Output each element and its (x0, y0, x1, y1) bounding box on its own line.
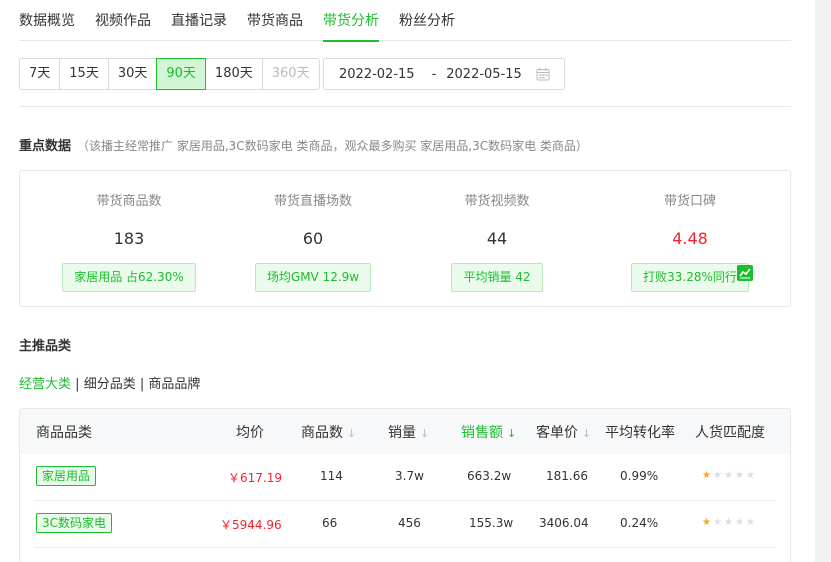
table-row: 3C数码家电 ￥5944.96 66 456 155.3w 3406.04 0.… (20, 501, 790, 548)
metric-label: 带货口碑 (663, 194, 716, 209)
header-unit-price[interactable]: 客单价 ↓ (536, 422, 591, 442)
main-category-title: 主推品类 (19, 339, 72, 354)
metric-badge: 家居用品 占62.30% (62, 263, 196, 292)
tab-sales-analysis[interactable]: 带货分析 (323, 0, 379, 42)
header-label: 商品数 (301, 425, 343, 441)
header-sales[interactable]: 销量 ↓ (388, 422, 429, 442)
metric-badge: 平均销量 42 (451, 263, 543, 292)
metric-reputation: 带货口碑 4.48 打败33.28%同行 (597, 171, 783, 292)
tab-fans-analysis[interactable]: 粉丝分析 (399, 0, 455, 41)
subtab-separator: | (75, 377, 80, 392)
table-header: 商品品类 均价 商品数 ↓ 销量 ↓ 销售额 ↓ 客单价 ↓ 平均转化率 人货匹配度 (20, 409, 790, 454)
cell-conversion: 0.24% (620, 516, 659, 530)
range-15d-button[interactable]: 15天 (59, 58, 109, 90)
range-90d-button[interactable]: 90天 (156, 58, 206, 90)
metric-badge: 打败33.28%同行 (631, 263, 749, 292)
metric-live-count: 带货直播场数 60 场均GMV 12.9w (220, 171, 406, 292)
cell-count: 66 (322, 516, 338, 530)
cell-revenue: 663.2w (467, 469, 512, 483)
tab-products[interactable]: 带货商品 (247, 0, 303, 41)
header-revenue[interactable]: 销售额 ↓ (461, 422, 516, 442)
sort-arrow-icon: ↓ (420, 427, 430, 440)
subtab-sub-category[interactable]: 细分品类 (84, 377, 136, 392)
star-icon: ★ (702, 517, 711, 528)
match-rating: ★ ★ ★ ★ ★ (702, 471, 757, 481)
subtab-main-category[interactable]: 经营大类 (19, 377, 71, 392)
metric-value: 44 (486, 229, 508, 248)
star-icon: ★ (713, 470, 722, 481)
category-tag[interactable]: 家居用品 (36, 466, 97, 486)
metric-value: 60 (302, 229, 324, 248)
subtab-separator: | (139, 377, 145, 392)
metric-label: 带货商品数 (96, 194, 162, 209)
cell-avg-price: ￥617.19 (228, 471, 282, 485)
date-end: 2022-05-15 (446, 66, 522, 82)
subtab-brand[interactable]: 商品品牌 (148, 377, 200, 392)
analysis-tabs: 数据概览 视频作品 直播记录 带货商品 带货分析 粉丝分析 (19, 0, 791, 42)
date-separator: - (431, 66, 437, 82)
cell-revenue: 155.3w (469, 516, 514, 530)
key-data-note: （该播主经常推广 家居用品,3C数码家电 类商品，观众最多购买 家居用品,3C数… (77, 139, 588, 153)
category-subtabs: 经营大类 | 细分品类 | 商品品牌 (19, 373, 200, 392)
header-label: 销量 (388, 425, 416, 441)
date-start: 2022-02-15 (339, 66, 415, 82)
metric-video-count: 带货视频数 44 平均销量 42 (404, 171, 590, 292)
header-avg-price: 均价 (236, 425, 264, 441)
header-conversion: 平均转化率 (605, 425, 675, 441)
metric-badge: 场均GMV 12.9w (254, 263, 372, 292)
header-match: 人货匹配度 (695, 425, 765, 441)
star-icon: ★ (735, 517, 744, 528)
date-range-buttons: 7天 15天 30天 90天 180天 360天 (19, 58, 320, 90)
key-data-card: 带货商品数 183 家居用品 占62.30% 带货直播场数 60 场均GMV 1… (19, 170, 791, 307)
range-30d-button[interactable]: 30天 (107, 58, 158, 90)
metric-label: 带货直播场数 (273, 194, 352, 209)
star-icon: ★ (702, 470, 711, 481)
cell-conversion: 0.99% (620, 469, 659, 483)
star-icon: ★ (735, 470, 744, 481)
metric-product-count: 带货商品数 183 家居用品 占62.30% (36, 171, 222, 292)
range-360d-button: 360天 (261, 58, 320, 90)
cell-avg-price: ￥5944.96 (220, 518, 282, 532)
table-row: 家居用品 ￥617.19 114 3.7w 663.2w 181.66 0.99… (20, 454, 790, 501)
divider (19, 106, 791, 107)
date-range-picker[interactable]: 2022-02-15 - 2022-05-15 (323, 58, 565, 90)
header-category: 商品品类 (36, 425, 92, 441)
cell-unit-price: 3406.04 (539, 516, 589, 530)
cell-sales: 456 (398, 516, 421, 530)
sort-arrow-icon: ↓ (507, 427, 517, 440)
sort-arrow-icon: ↓ (347, 427, 357, 440)
cell-sales: 3.7w (395, 469, 424, 483)
category-table: 商品品类 均价 商品数 ↓ 销量 ↓ 销售额 ↓ 客单价 ↓ 平均转化率 人货匹配度 家… (19, 408, 791, 562)
sort-arrow-icon: ↓ (582, 427, 592, 440)
range-7d-button[interactable]: 7天 (19, 58, 61, 90)
range-180d-button[interactable]: 180天 (204, 58, 263, 90)
trend-chart-icon[interactable] (737, 265, 753, 281)
calendar-icon (536, 68, 550, 81)
star-icon: ★ (713, 517, 722, 528)
star-icon: ★ (724, 517, 733, 528)
cell-unit-price: 181.66 (546, 469, 588, 483)
metric-value: 4.48 (672, 229, 708, 248)
category-tag[interactable]: 3C数码家电 (36, 513, 113, 533)
header-label: 销售额 (461, 425, 503, 441)
header-label: 客单价 (536, 425, 578, 441)
page-scrollbar[interactable] (815, 0, 831, 562)
metric-label: 带货视频数 (464, 194, 530, 209)
key-data-heading: 重点数据 （该播主经常推广 家居用品,3C数码家电 类商品，观众最多购买 家居用品… (19, 135, 588, 154)
star-icon: ★ (746, 470, 755, 481)
star-icon: ★ (724, 470, 733, 481)
tab-live-records[interactable]: 直播记录 (171, 0, 227, 41)
tab-video-works[interactable]: 视频作品 (95, 0, 151, 41)
match-rating: ★ ★ ★ ★ ★ (702, 518, 757, 528)
tab-data-overview[interactable]: 数据概览 (19, 0, 75, 41)
row-divider (34, 547, 776, 548)
key-data-title: 重点数据 (19, 139, 72, 154)
metric-value: 183 (113, 229, 145, 248)
header-product-count[interactable]: 商品数 ↓ (301, 422, 356, 442)
cell-count: 114 (320, 469, 343, 483)
star-icon: ★ (746, 517, 755, 528)
